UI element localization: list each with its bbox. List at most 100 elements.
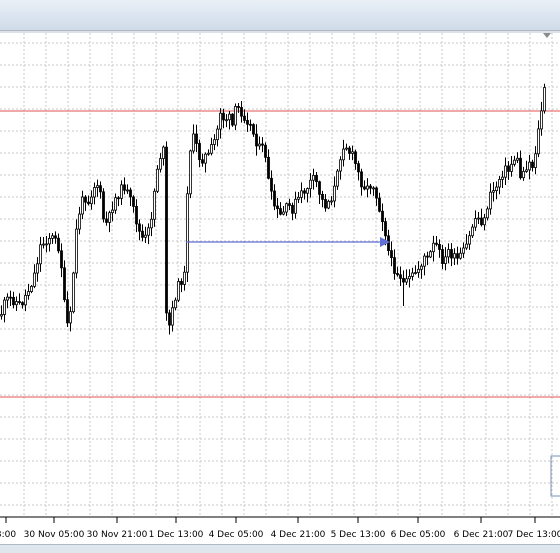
bullish-candle (162, 146, 165, 159)
bullish-candle (411, 272, 414, 277)
bearish-candle (84, 196, 87, 203)
bullish-candle (144, 234, 147, 238)
bullish-candle (351, 151, 354, 154)
bearish-candle (246, 119, 249, 125)
bullish-candle (459, 252, 462, 259)
bullish-candle (462, 247, 465, 254)
bearish-candle (456, 253, 459, 259)
bullish-candle (93, 187, 96, 198)
bullish-candle (30, 285, 33, 292)
bullish-candle (153, 190, 156, 220)
bearish-candle (231, 113, 234, 126)
bearish-candle (168, 312, 171, 326)
window-title-bar[interactable] (0, 0, 560, 31)
bullish-candle (81, 196, 84, 215)
bullish-candle (51, 235, 54, 239)
bearish-candle (303, 190, 306, 194)
bearish-candle (435, 242, 438, 245)
bullish-candle (228, 113, 231, 121)
bullish-candle (216, 128, 219, 141)
bullish-candle (486, 208, 489, 219)
bearish-candle (87, 201, 90, 205)
price-chart[interactable]: 3:00 30 Nov 05:0030 Nov 21:001 Dec 13:00 4… (0, 31, 560, 552)
bearish-candle (195, 133, 198, 144)
bullish-candle (465, 243, 468, 249)
bullish-candle (147, 227, 150, 236)
x-tick-label: 4 Dec 05:00 (209, 530, 264, 540)
bearish-candle (165, 146, 168, 314)
bullish-candle (45, 243, 48, 246)
bearish-candle (384, 221, 387, 237)
bullish-candle (297, 196, 300, 200)
x-tick-label: 6 Dec 21:00 (454, 530, 509, 540)
bearish-candle (390, 250, 393, 258)
bearish-candle (450, 249, 453, 259)
bullish-candle (417, 268, 420, 273)
bullish-candle (171, 307, 174, 326)
bullish-candle (525, 169, 528, 172)
horizontal-levels (0, 110, 560, 398)
bullish-candle (204, 153, 207, 164)
bullish-candle (120, 184, 123, 199)
x-tick-label: 4 Dec 21:00 (271, 530, 326, 540)
bearish-candle (264, 144, 267, 158)
bearish-candle (270, 177, 273, 192)
bullish-candle (306, 188, 309, 194)
bullish-candle (15, 301, 18, 306)
bearish-candle (240, 107, 243, 117)
bearish-candle (267, 156, 270, 179)
bearish-candle (357, 163, 360, 173)
bearish-candle (18, 301, 21, 303)
bullish-candle (111, 209, 114, 214)
bearish-candle (288, 203, 291, 206)
bearish-candle (378, 197, 381, 212)
bullish-candle (258, 143, 261, 147)
bullish-candle (0, 314, 3, 317)
bearish-candle (252, 124, 255, 135)
bearish-candle (507, 165, 510, 172)
bullish-candle (333, 185, 336, 202)
bearish-candle (180, 281, 183, 285)
bullish-candle (423, 255, 426, 267)
bullish-candle (174, 299, 177, 309)
bearish-candle (54, 235, 57, 239)
bearish-candle (393, 257, 396, 274)
x-tick-label: 30 Nov 21:00 (87, 530, 148, 540)
bullish-candle (408, 276, 411, 280)
bearish-candle (249, 123, 252, 126)
bearish-candle (363, 186, 366, 190)
bullish-candle (189, 150, 192, 195)
bullish-candle (3, 299, 6, 315)
bearish-candle (222, 112, 225, 121)
bullish-candle (48, 237, 51, 245)
bearish-candle (132, 196, 135, 207)
bearish-candle (273, 190, 276, 207)
bullish-candle (447, 249, 450, 258)
bearish-candle (396, 273, 399, 276)
bearish-candle (66, 299, 69, 324)
bullish-candle (372, 187, 375, 190)
bullish-candle (444, 256, 447, 264)
x-tick-label: 1 Dec 13:00 (149, 530, 204, 540)
bearish-candle (102, 191, 105, 220)
bullish-candle (366, 185, 369, 190)
bullish-candle (342, 148, 345, 161)
bullish-candle (327, 200, 330, 209)
bullish-candle (492, 190, 495, 193)
bullish-candle (504, 165, 507, 178)
x-tick-label: 30 Nov 05:00 (24, 530, 85, 540)
bullish-candle (36, 263, 39, 274)
bullish-candle (6, 296, 9, 301)
bearish-candle (9, 296, 12, 299)
bearish-candle (480, 217, 483, 226)
bullish-candle (126, 189, 129, 192)
bearish-candle (57, 237, 60, 252)
bullish-candle (90, 196, 93, 205)
bullish-candle (453, 253, 456, 259)
chart-shift-marker[interactable] (543, 33, 551, 38)
bullish-candle (39, 244, 42, 265)
bullish-candle (414, 272, 417, 274)
bullish-candle (207, 152, 210, 155)
bearish-candle (426, 255, 429, 258)
x-tick-label: 6 Dec 05:00 (391, 530, 446, 540)
